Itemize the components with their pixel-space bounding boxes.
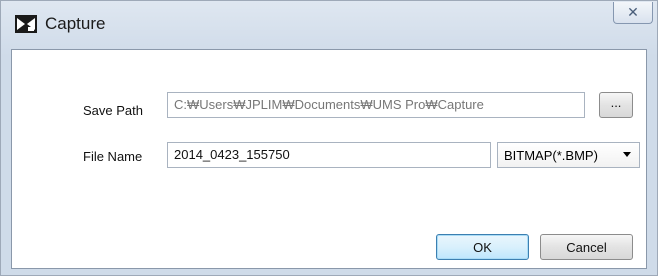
dialog-body: Save Path C:₩Users₩JPLIM₩Documents₩UMS P…: [11, 49, 647, 269]
format-select[interactable]: BITMAP(*.BMP): [497, 142, 640, 168]
capture-app-icon: [15, 15, 37, 33]
capture-dialog: Capture ✕ Save Path C:₩Users₩JPLIM₩Docum…: [0, 0, 658, 276]
browse-button[interactable]: ...: [599, 92, 633, 118]
save-path-label: Save Path: [83, 103, 143, 118]
window-title: Capture: [45, 14, 106, 33]
file-name-field[interactable]: 2014_0423_155750: [167, 142, 491, 168]
cancel-button[interactable]: Cancel: [540, 234, 633, 260]
save-path-field[interactable]: C:₩Users₩JPLIM₩Documents₩UMS Pro₩Capture: [167, 92, 585, 118]
file-name-label: File Name: [83, 149, 143, 164]
format-select-value: BITMAP(*.BMP): [504, 147, 598, 163]
ok-button[interactable]: OK: [436, 234, 529, 260]
chevron-down-icon: [623, 152, 631, 157]
close-button[interactable]: ✕: [613, 2, 653, 24]
title-bar[interactable]: Capture ✕: [1, 1, 657, 49]
close-icon: ✕: [627, 4, 639, 20]
